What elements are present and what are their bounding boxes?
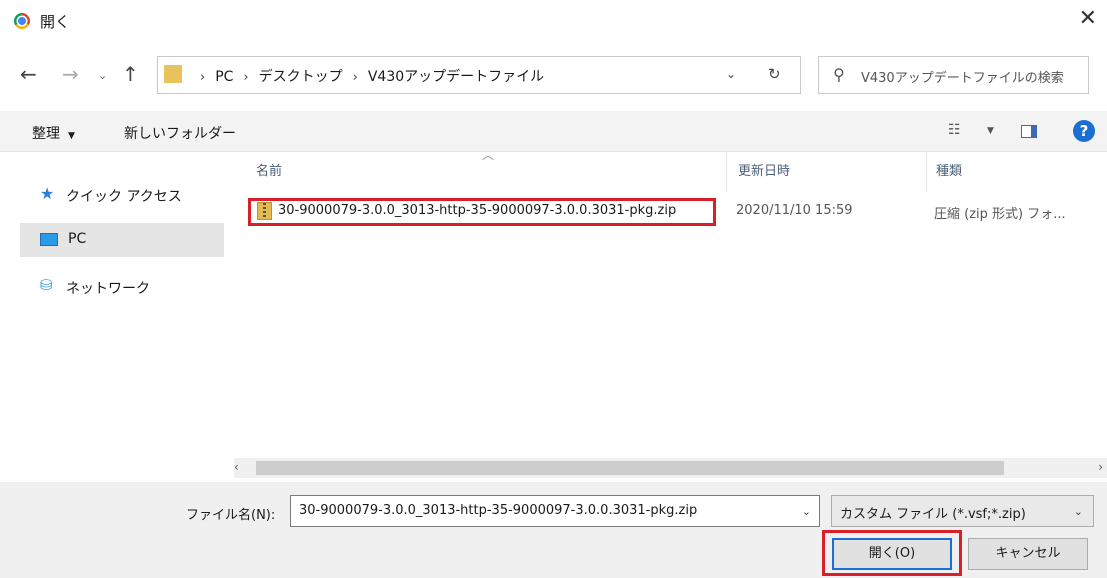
dialog-footer: ファイル名(N): 30-9000079-3.0.0_3013-http-35-… [0, 482, 1107, 578]
search-placeholder[interactable]: V430アップデートファイルの検索 [861, 67, 1064, 86]
open-file-dialog: 開く ✕ ← → ⌄ ↑ › PC › デスクトップ › V430アップデートファイル ⌄… [0, 0, 1107, 578]
chevron-down-icon: ⌄ [1073, 505, 1083, 518]
column-divider[interactable] [926, 152, 927, 192]
breadcrumb: › PC › デスクトップ › V430アップデートファイル [190, 66, 544, 86]
open-button[interactable]: 開く(O) [832, 538, 952, 570]
file-row[interactable]: 30-9000079-3.0.0_3013-http-35-9000097-3.… [248, 198, 1088, 226]
navigation-pane: ★ クイック アクセス PC ⛁ ネットワーク [0, 152, 232, 482]
star-icon: ★ [40, 184, 55, 203]
help-icon[interactable]: ? [1073, 120, 1095, 142]
folder-icon [164, 65, 182, 83]
file-name: 30-9000079-3.0.0_3013-http-35-9000097-3.… [278, 203, 677, 218]
chevron-down-icon: ▼ [68, 131, 75, 141]
column-header-modified[interactable]: 更新日時 [738, 160, 790, 179]
preview-pane-icon[interactable] [1021, 125, 1037, 138]
file-type-value: カスタム ファイル (*.vsf;*.zip) [840, 507, 1026, 522]
chevron-down-icon[interactable]: ▼ [987, 126, 994, 136]
title-bar: 開く ✕ [0, 0, 1107, 40]
address-dropdown-icon[interactable]: ⌄ [726, 67, 736, 81]
breadcrumb-chevron-icon[interactable]: › [353, 70, 358, 85]
forward-arrow-icon[interactable]: → [62, 62, 79, 86]
filename-value: 30-9000079-3.0.0_3013-http-35-9000097-3.… [299, 503, 698, 518]
breadcrumb-chevron-icon[interactable]: › [243, 70, 248, 85]
file-type-select[interactable]: カスタム ファイル (*.vsf;*.zip) ⌄ [831, 495, 1094, 527]
network-icon: ⛁ [40, 276, 53, 294]
monitor-icon [40, 233, 58, 246]
breadcrumb-chevron-icon[interactable]: › [200, 70, 205, 85]
cancel-button[interactable]: キャンセル [968, 538, 1088, 570]
up-arrow-icon[interactable]: ↑ [122, 62, 139, 86]
new-folder-button[interactable]: 新しいフォルダー [124, 123, 236, 143]
organize-label: 整理 [32, 126, 60, 142]
filename-label: ファイル名(N): [186, 508, 276, 523]
scroll-right-icon[interactable]: › [1098, 460, 1103, 474]
file-type: 圧縮 (zip 形式) フォ... [934, 207, 1066, 222]
search-box[interactable]: ⚲ V430アップデートファイルの検索 [818, 56, 1089, 94]
organize-button[interactable]: 整理 ▼ [32, 123, 75, 143]
chrome-icon [14, 13, 30, 29]
address-bar[interactable]: › PC › デスクトップ › V430アップデートファイル ⌄ ↻ [157, 56, 801, 94]
filename-field[interactable]: 30-9000079-3.0.0_3013-http-35-9000097-3.… [290, 495, 820, 527]
sidebar-item-label: PC [68, 231, 87, 247]
navigation-bar: ← → ⌄ ↑ › PC › デスクトップ › V430アップデートファイル ⌄ ↻ ⚲ … [0, 52, 1107, 98]
command-bar: 整理 ▼ 新しいフォルダー ☷ ▼ ? [0, 111, 1107, 152]
column-divider[interactable] [726, 152, 727, 192]
breadcrumb-desktop[interactable]: デスクトップ [259, 69, 343, 85]
file-list: ︿ 名前 更新日時 種類 30-9000079-3.0.0_3013-http-… [234, 148, 1107, 482]
breadcrumb-current-folder[interactable]: V430アップデートファイル [368, 69, 544, 85]
sidebar-item-network[interactable]: ⛁ ネットワーク [18, 270, 224, 304]
sort-ascending-icon: ︿ [482, 148, 495, 162]
back-arrow-icon[interactable]: ← [20, 62, 37, 86]
refresh-icon[interactable]: ↻ [768, 65, 781, 83]
scrollbar-thumb[interactable] [256, 461, 1004, 475]
scroll-left-icon[interactable]: ‹ [234, 460, 239, 474]
sidebar-item-quick-access[interactable]: ★ クイック アクセス [18, 178, 224, 212]
sidebar-item-label: ネットワーク [66, 281, 150, 297]
search-icon: ⚲ [833, 65, 845, 84]
breadcrumb-pc[interactable]: PC [215, 69, 233, 85]
window-title: 開く [40, 13, 71, 31]
sidebar-item-label: クイック アクセス [66, 189, 182, 205]
recent-locations-chevron-icon[interactable]: ⌄ [98, 69, 107, 82]
close-button[interactable]: ✕ [1079, 6, 1097, 31]
view-options-icon[interactable]: ☷ [948, 122, 961, 138]
horizontal-scrollbar[interactable]: ‹ › [234, 458, 1107, 478]
column-header-type[interactable]: 種類 [936, 160, 962, 179]
chevron-down-icon[interactable]: ⌄ [802, 505, 811, 518]
column-header-name[interactable]: 名前 [256, 160, 282, 179]
file-modified: 2020/11/10 15:59 [736, 203, 853, 218]
zip-file-icon [257, 202, 272, 220]
sidebar-item-pc[interactable]: PC [20, 223, 224, 257]
